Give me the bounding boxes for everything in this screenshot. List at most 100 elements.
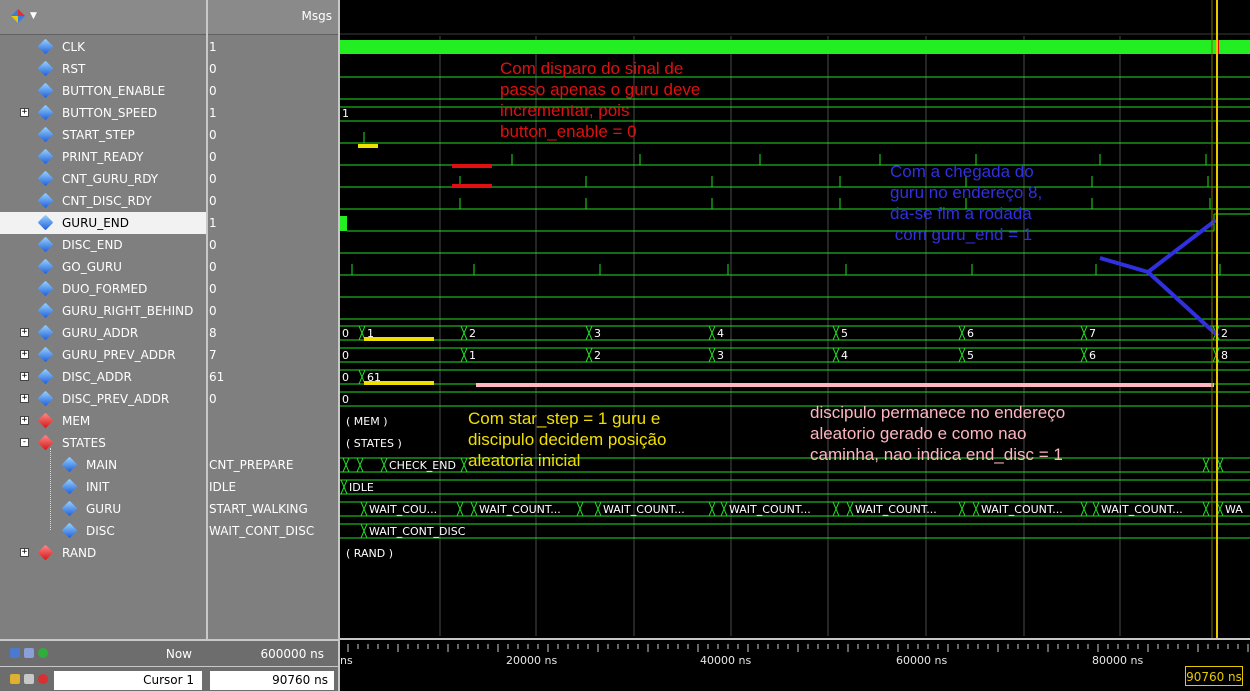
signal-name: STATES (62, 436, 106, 450)
signal-value-row[interactable]: 0 (206, 300, 338, 322)
signal-row[interactable]: PRINT_READY (0, 146, 206, 168)
signal-row[interactable]: DUO_FORMED (0, 278, 206, 300)
cursor-value-box: 90760 ns (210, 671, 334, 690)
signal-value-row[interactable] (206, 410, 338, 432)
collapse-icon[interactable]: - (20, 438, 29, 447)
signal-row[interactable]: + GURU_PREV_ADDR (0, 344, 206, 366)
signal-row[interactable]: GURU_RIGHT_BEHIND (0, 300, 206, 322)
cursor-name-box[interactable]: Cursor 1 (54, 671, 202, 690)
list-icon[interactable] (24, 648, 34, 658)
main-state-value: CHECK_END (389, 459, 456, 472)
signal-diamond-icon (61, 456, 78, 473)
signal-value-row[interactable]: 0 (206, 234, 338, 256)
signal-value-row[interactable]: 0 (206, 278, 338, 300)
signal-value-row[interactable]: IDLE (206, 476, 338, 498)
signal-value-row[interactable]: 0 (206, 146, 338, 168)
signal-value-row[interactable]: START_WALKING (206, 498, 338, 520)
ruler-label: ns (340, 654, 353, 667)
remove-icon[interactable] (38, 674, 48, 684)
signal-row[interactable]: MAIN (0, 454, 206, 476)
guru-addr-value: 0 (342, 327, 349, 340)
signal-value: 0 (209, 392, 217, 406)
blue-arrow-up (1146, 218, 1218, 274)
expand-icon[interactable]: + (20, 548, 29, 557)
signal-row[interactable]: RST (0, 58, 206, 80)
signal-name: START_STEP (62, 128, 135, 142)
guru-addr-value: 3 (594, 327, 601, 340)
signal-row[interactable]: - STATES (0, 432, 206, 454)
signal-value-row[interactable]: 0 (206, 80, 338, 102)
expand-icon[interactable]: + (20, 394, 29, 403)
expand-icon[interactable]: + (20, 350, 29, 359)
signal-value-row[interactable]: 7 (206, 344, 338, 366)
lock-icon[interactable] (10, 674, 20, 684)
column-divider[interactable] (206, 0, 208, 691)
signal-value-row[interactable]: 0 (206, 124, 338, 146)
signal-row[interactable]: DISC_END (0, 234, 206, 256)
signal-value: 8 (209, 326, 217, 340)
expand-icon[interactable]: + (20, 328, 29, 337)
signal-value: 0 (209, 304, 217, 318)
signal-row[interactable]: GURU (0, 498, 206, 520)
guru-addr-value: 2 (469, 327, 476, 340)
signal-values-pane: Msgs 1 0 0 1 0 0 0 0 1 0 0 0 0 8 7 61 0 CNT_PREPARE IDLE ST… (206, 0, 338, 691)
signal-value: 0 (209, 194, 217, 208)
signal-row[interactable]: GO_GURU (0, 256, 206, 278)
names-header: ▼ (0, 0, 206, 35)
ruler-label: 20000 ns (506, 654, 557, 667)
signal-diamond-icon (37, 324, 54, 341)
cursor-time-flag[interactable]: 90760 ns (1185, 666, 1243, 686)
waveform-pane[interactable]: 1 0 1 2 3 4 5 6 7 2 0 1 2 3 4 5 6 8 0 61 0( MEM )( STATES ) C… (340, 0, 1250, 691)
add-wave-icon[interactable] (10, 8, 26, 24)
annotation-blue: Com a chegada do guru no endereço 8, da-… (890, 162, 1043, 244)
disc-addr-value: 0 (342, 371, 349, 384)
signal-value-row[interactable]: 0 (206, 168, 338, 190)
signal-row[interactable]: START_STEP (0, 124, 206, 146)
signal-row[interactable]: + DISC_ADDR (0, 366, 206, 388)
signal-value-row[interactable]: 1 (206, 212, 338, 234)
edit-icon[interactable] (24, 674, 34, 684)
signal-value-row[interactable]: 0 (206, 190, 338, 212)
signal-value-row[interactable]: 61 (206, 366, 338, 388)
guru-state-value: WAIT_COUNT... (729, 503, 811, 516)
chevron-down-icon[interactable]: ▼ (30, 11, 37, 21)
signal-row[interactable]: CNT_GURU_RDY (0, 168, 206, 190)
signal-value-row[interactable] (206, 542, 338, 564)
guru-state-value: WA (1225, 503, 1243, 516)
signal-row[interactable]: + DISC_PREV_ADDR (0, 388, 206, 410)
signal-diamond-icon (37, 214, 54, 231)
signal-row[interactable]: + RAND (0, 542, 206, 564)
waveform-canvas[interactable]: 10 1 2 3 4 5 6 7 20 1 2 3 4 5 6 80 610( MEM )( STATES )C… (340, 0, 1250, 691)
signal-value-row[interactable]: 1 (206, 102, 338, 124)
expand-icon[interactable]: + (20, 416, 29, 425)
signal-value-row[interactable]: 0 (206, 388, 338, 410)
waveform-icon[interactable] (10, 648, 20, 658)
signal-row[interactable]: + GURU_ADDR (0, 322, 206, 344)
signal-value-row[interactable]: 8 (206, 322, 338, 344)
signal-diamond-icon (37, 258, 54, 275)
signal-row[interactable]: INIT (0, 476, 206, 498)
signal-row[interactable]: CLK (0, 36, 206, 58)
signal-value-row[interactable]: WAIT_CONT_DISC (206, 520, 338, 542)
expand-icon[interactable]: + (20, 372, 29, 381)
signal-value-row[interactable]: CNT_PREPARE (206, 454, 338, 476)
signal-row[interactable]: CNT_DISC_RDY (0, 190, 206, 212)
signal-diamond-icon (37, 346, 54, 363)
guru-addr-value: 2 (1221, 327, 1228, 340)
guru-prev-addr-value: 8 (1221, 349, 1228, 362)
expand-icon[interactable]: + (20, 108, 29, 117)
signal-name: CNT_GURU_RDY (62, 172, 159, 186)
signal-value-row[interactable]: 0 (206, 256, 338, 278)
signal-value-row[interactable]: 0 (206, 58, 338, 80)
signal-value-row[interactable]: 1 (206, 36, 338, 58)
signal-row[interactable]: GURU_END (0, 212, 206, 234)
signal-value: 0 (209, 128, 217, 142)
signal-row[interactable]: + BUTTON_SPEED (0, 102, 206, 124)
signal-value-row[interactable] (206, 432, 338, 454)
add-icon[interactable] (38, 648, 48, 658)
signal-diamond-icon (37, 60, 54, 77)
signal-row[interactable]: DISC (0, 520, 206, 542)
signal-row[interactable]: BUTTON_ENABLE (0, 80, 206, 102)
signal-row[interactable]: + MEM (0, 410, 206, 432)
signal-diamond-icon (37, 104, 54, 121)
